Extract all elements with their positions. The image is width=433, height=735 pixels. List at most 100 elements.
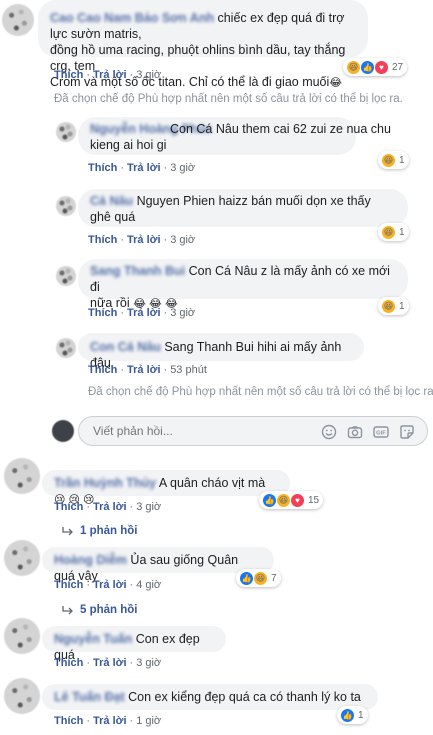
timestamp[interactable]: 3 giờ	[170, 234, 195, 246]
gif-icon[interactable]: GIF	[373, 424, 389, 440]
timestamp[interactable]: 3 giờ	[170, 162, 195, 174]
comment-text-line: Con Cá Nâu them cai 62 zui ze nua chu	[170, 122, 391, 136]
like-link[interactable]: Thích	[54, 715, 83, 727]
comment-mention[interactable]: Nguyen Phien	[137, 194, 216, 208]
reaction-count: 15	[308, 494, 320, 506]
comment-bubble: Trần Huỳnh Thủy A quân cháo vịt mà 😢 😢 😢	[42, 470, 290, 506]
comment-bubble: Hoàng Diễm Ủa sau giống Quân quá vậy	[42, 547, 274, 583]
comment-author[interactable]: Con Cá Nâu	[90, 340, 161, 354]
avatar[interactable]	[56, 338, 76, 358]
comment-author[interactable]: Sang Thanh Bui	[90, 264, 185, 278]
like-link[interactable]: Thích	[88, 162, 117, 174]
reply-link[interactable]: Trả lời	[93, 579, 127, 591]
emoji-icon[interactable]	[321, 424, 337, 440]
like-link[interactable]: Thích	[54, 69, 83, 81]
replies-count: 5 phản hồi	[80, 604, 138, 616]
like-link[interactable]: Thích	[88, 234, 117, 246]
like-link[interactable]: Thích	[54, 657, 83, 669]
like-link[interactable]: Thích	[54, 579, 83, 591]
avatar[interactable]	[56, 196, 76, 216]
haha-reaction-icon: 😆	[253, 570, 268, 586]
comment-text-line: ghê quá	[90, 210, 136, 224]
comment-author[interactable]: Cá Nâu	[90, 194, 133, 208]
timestamp[interactable]: 1 giờ	[136, 715, 161, 727]
reply-input[interactable]	[91, 423, 305, 439]
reaction-summary[interactable]: 👍 😆 ♥ 15	[259, 491, 324, 509]
like-reaction-icon: 👍	[239, 570, 254, 586]
reaction-count: 1	[399, 226, 405, 238]
avatar[interactable]	[2, 4, 34, 36]
comment-meta: Thích · Trả lời · 3 giờ	[88, 307, 196, 319]
reply-arrow-icon	[62, 606, 73, 615]
like-reaction-icon: 👍	[360, 59, 375, 75]
comment-text-line: kieng ai hoi gi	[90, 138, 167, 152]
reaction-summary[interactable]: 👍 😆 7	[236, 569, 281, 587]
haha-reaction-icon: 😆	[381, 298, 396, 314]
like-link[interactable]: Thích	[88, 364, 117, 376]
comment-emoji: 😂	[329, 77, 343, 89]
like-reaction-icon: 👍	[340, 707, 355, 723]
avatar[interactable]	[4, 618, 40, 654]
reaction-summary[interactable]: 😆 1	[378, 223, 409, 241]
comment-author[interactable]: Cao Cao Nam Bảo Sơn Anh	[50, 11, 214, 25]
comment-meta: Thích · Trả lời · 53 phút	[88, 364, 207, 376]
comment-text-line: A quân cháo vịt mà	[158, 476, 266, 490]
comment-bubble: Cao Cao Nam Bảo Sơn Anh chiếc ex đẹp quá…	[38, 0, 368, 89]
camera-icon[interactable]	[347, 424, 363, 440]
reply-link[interactable]: Trả lời	[93, 715, 127, 727]
haha-reaction-icon: 😆	[346, 59, 361, 75]
comment-meta: Thích · Trả lời · 1 giờ	[54, 715, 162, 727]
timestamp[interactable]: 3 giờ	[136, 69, 161, 81]
love-reaction-icon: ♥	[290, 492, 305, 508]
reply-link[interactable]: Trả lời	[127, 307, 161, 319]
view-replies-link[interactable]: 1 phản hồi	[62, 525, 138, 537]
comment-bubble: Cá Nâu Nguyen Phien haizz bán muối dọn x…	[78, 189, 408, 227]
reply-link[interactable]: Trả lời	[127, 234, 161, 246]
reply-composer[interactable]: GIF	[78, 416, 428, 446]
comment-bubble: Con Cá Nâu Sang Thanh Bui hihi ai mấy ản…	[78, 333, 364, 370]
timestamp[interactable]: 3 giờ	[136, 501, 161, 513]
svg-text:GIF: GIF	[376, 431, 386, 437]
avatar[interactable]	[4, 540, 40, 576]
timestamp[interactable]: 4 giờ	[136, 579, 161, 591]
comment-meta: Thích · Trả lời · 3 giờ	[88, 162, 196, 174]
like-link[interactable]: Thích	[54, 501, 83, 513]
reaction-summary[interactable]: 😆 1	[378, 297, 409, 315]
comment-meta: Thích · Trả lời · 3 giờ	[54, 657, 162, 669]
avatar[interactable]	[56, 266, 76, 286]
comment-author[interactable]: Lê Tuấn Đạt	[54, 690, 125, 704]
reaction-summary[interactable]: 😆 👍 ♥ 27	[343, 58, 408, 76]
comment-bubble: Sang Thanh Bui Con Cá Nâu z là mấy ảnh c…	[78, 259, 408, 310]
reply-link[interactable]: Trả lời	[93, 69, 127, 81]
comment-author[interactable]: Nguyễn Tuấn	[54, 632, 132, 646]
reaction-summary[interactable]: 👍 1	[337, 706, 368, 724]
reaction-count: 27	[392, 61, 404, 73]
filter-notice: Đã chọn chế độ Phù hợp nhất nên một số c…	[54, 93, 403, 105]
reaction-count: 1	[399, 154, 405, 166]
reply-link[interactable]: Trả lời	[93, 501, 127, 513]
comment-author[interactable]: Hoàng Diễm	[54, 553, 127, 567]
comment-text-line: Con ex kiểng đẹp quá ca có thanh lý ko t…	[128, 690, 361, 704]
avatar[interactable]	[4, 458, 40, 494]
reaction-summary[interactable]: 😆 1	[378, 151, 409, 169]
reply-link[interactable]: Trả lời	[93, 657, 127, 669]
timestamp[interactable]: 3 giờ	[170, 307, 195, 319]
comment-text-line: haizz bán muối dọn xe thấy	[218, 194, 371, 208]
timestamp[interactable]: 3 giờ	[136, 657, 161, 669]
my-avatar	[52, 420, 74, 442]
reply-arrow-icon	[62, 527, 73, 536]
filter-notice: Đã chọn chế độ Phù hợp nhất nên một số c…	[88, 386, 433, 398]
timestamp[interactable]: 53 phút	[170, 364, 207, 376]
avatar[interactable]	[56, 122, 76, 142]
reaction-count: 1	[399, 300, 405, 312]
comment-meta: Thích · Trả lời · 3 giờ	[54, 69, 162, 81]
comment-meta: Thích · Trả lời · 3 giờ	[88, 234, 196, 246]
reply-link[interactable]: Trả lời	[127, 162, 161, 174]
sticker-icon[interactable]	[399, 424, 415, 440]
comment-bubble: Lê Tuấn Đạt Con ex kiểng đẹp quá ca có t…	[42, 684, 378, 710]
view-replies-link[interactable]: 5 phản hồi	[62, 604, 138, 616]
like-link[interactable]: Thích	[88, 307, 117, 319]
reply-link[interactable]: Trả lời	[127, 364, 161, 376]
comment-author[interactable]: Trần Huỳnh Thủy	[54, 476, 156, 490]
avatar[interactable]	[4, 678, 40, 714]
